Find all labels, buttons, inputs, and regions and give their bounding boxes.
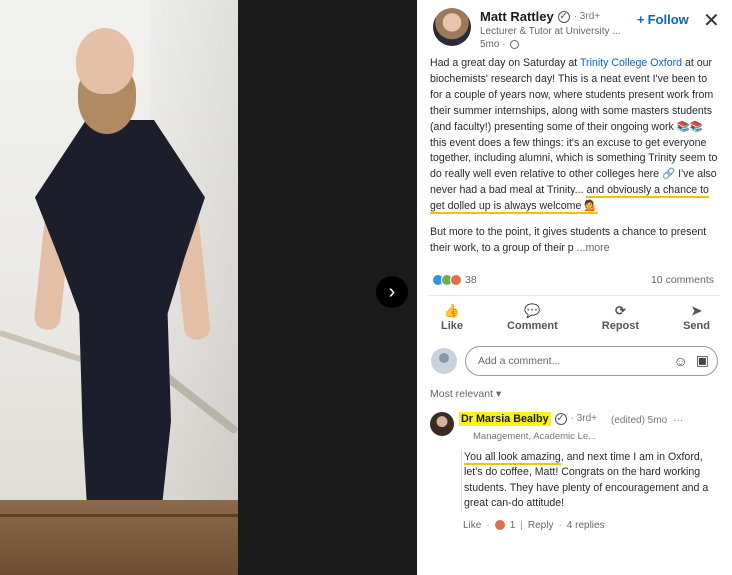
author-headline: Lecturer & Tutor at University ... (480, 26, 621, 37)
stairs (0, 500, 238, 575)
love-reaction-icon (450, 273, 462, 286)
comment-body: You all look amazing, and next time I am… (461, 449, 723, 512)
comment-sort-dropdown[interactable]: Most relevant ▾ (417, 378, 732, 404)
more-options-icon[interactable]: ··· (673, 415, 683, 426)
post-age: 5mo · (480, 39, 506, 50)
repost-icon: ⟳ (614, 302, 626, 318)
close-icon[interactable]: ✕ (703, 11, 720, 31)
next-image-button[interactable]: › (376, 276, 408, 308)
like-button[interactable]: 👍 Like (441, 304, 463, 340)
author-name-row: Matt Rattley ✓ · 3rd+ (480, 9, 600, 24)
verified-icon: ✓ (557, 10, 570, 23)
heart-reaction-icon (494, 520, 505, 531)
follow-button[interactable]: + Follow (637, 12, 689, 27)
comment-replies-count[interactable]: 4 replies (567, 520, 605, 531)
comment-like-count: 1 (509, 519, 516, 531)
send-label: Send (683, 319, 710, 332)
action-bar: 👍 Like 💬 Comment ⟳ Repost ➤ Send (417, 296, 732, 340)
thumbs-up-icon: 👍 (443, 302, 461, 318)
separator: | (520, 519, 523, 531)
post-time: 5mo · (480, 39, 519, 50)
commenter-name[interactable]: Dr Marsia Bealby (459, 411, 551, 426)
post-text: Had a great day on Saturday at Trinity C… (417, 54, 732, 257)
comment-like-button[interactable]: Like (463, 520, 481, 531)
connection-degree: · 3rd+ (573, 11, 601, 22)
person-head (76, 28, 134, 94)
verified-icon: ✓ (554, 412, 567, 425)
globe-icon (509, 40, 519, 49)
send-icon: ➤ (691, 302, 702, 318)
send-button[interactable]: ➤ Send (683, 304, 710, 340)
emoji-icon[interactable]: ☺ (673, 353, 687, 369)
chevron-right-icon: › (388, 281, 396, 303)
author-avatar[interactable] (433, 8, 471, 46)
repost-label: Repost (601, 319, 640, 332)
comment-reply-button[interactable]: Reply (528, 520, 554, 531)
emoji-icon: 💁 (584, 200, 598, 213)
comment-composer: ☺ ▣ (417, 340, 732, 378)
comment-item: Dr Marsia Bealby ✓ · 3rd+ (edited) 5mo ·… (417, 404, 732, 544)
post-text-part: Had a great day on Saturday at (430, 57, 580, 69)
comment-input-wrapper[interactable]: ☺ ▣ (465, 345, 718, 376)
see-more-link[interactable]: ...more (577, 242, 610, 254)
post-panel: Matt Rattley ✓ · 3rd+ Lecturer & Tutor a… (417, 0, 732, 575)
comment-button[interactable]: 💬 Comment (507, 304, 558, 340)
image-icon[interactable]: ▣ (696, 352, 709, 369)
commenter-headline: Management, Academic Le... (473, 430, 597, 442)
comment-label: Comment (507, 319, 558, 332)
plus-icon: + (637, 12, 645, 27)
reaction-count: 38 (465, 273, 477, 286)
like-label: Like (441, 319, 464, 332)
commenter-avatar[interactable] (430, 411, 454, 436)
post-text-part: But more to the point, it gives students… (430, 226, 707, 254)
repost-button[interactable]: ⟳ Repost (602, 304, 639, 340)
speech-bubble-icon: 💬 (524, 302, 541, 318)
college-link[interactable]: Trinity College Oxford (580, 57, 682, 69)
post-header: Matt Rattley ✓ · 3rd+ Lecturer & Tutor a… (417, 0, 732, 54)
post-text-part: at our biochemists' research day! This i… (430, 57, 718, 197)
comments-count[interactable]: 10 comments (651, 274, 714, 286)
commenter-degree: · 3rd+ (570, 413, 598, 425)
current-user-avatar (431, 347, 457, 374)
author-name[interactable]: Matt Rattley (480, 9, 554, 24)
comment-edited-time: (edited) 5mo (611, 414, 668, 426)
separator: · (486, 519, 490, 531)
social-counts: 38 10 comments (417, 267, 732, 291)
comment-input[interactable] (478, 354, 666, 367)
sort-label: Most relevant ▾ (430, 387, 502, 400)
separator: · (558, 519, 562, 531)
comment-actions: Like · 1 | Reply · 4 replies (463, 520, 605, 531)
comment-meta: (edited) 5mo ··· (611, 415, 683, 426)
commenter-name-row: Dr Marsia Bealby ✓ · 3rd+ (459, 411, 598, 426)
post-photo[interactable] (0, 0, 238, 575)
reaction-summary[interactable]: 38 (432, 273, 477, 286)
highlighted-comment-phrase: You all look amazing (464, 450, 561, 465)
follow-label: Follow (647, 12, 689, 27)
